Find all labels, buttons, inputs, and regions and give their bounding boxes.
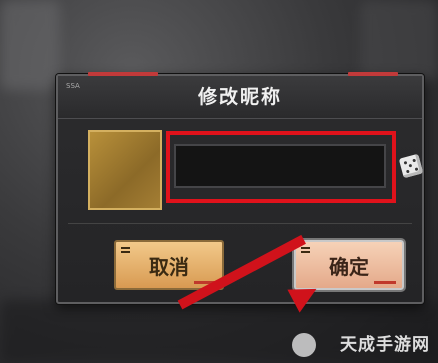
avatar [88, 130, 162, 210]
dice-icon[interactable] [398, 153, 424, 179]
menu-mark-icon [121, 247, 130, 249]
button-accent [374, 281, 396, 284]
dialog-title: 修改昵称 [197, 86, 282, 108]
menu-mark-icon [301, 247, 310, 249]
background-blur [360, 0, 438, 80]
cancel-button-label: 取消 [149, 255, 189, 279]
dialog-header: SSA 修改昵称 [58, 76, 422, 119]
nickname-input[interactable] [174, 144, 386, 188]
watermark-logo-icon [292, 333, 316, 357]
watermark: 天成手游网 [340, 335, 430, 355]
divider [68, 223, 412, 224]
background-blur [0, 0, 60, 90]
cancel-button[interactable]: 取消 [114, 240, 224, 290]
confirm-button-label: 确定 [329, 255, 369, 279]
